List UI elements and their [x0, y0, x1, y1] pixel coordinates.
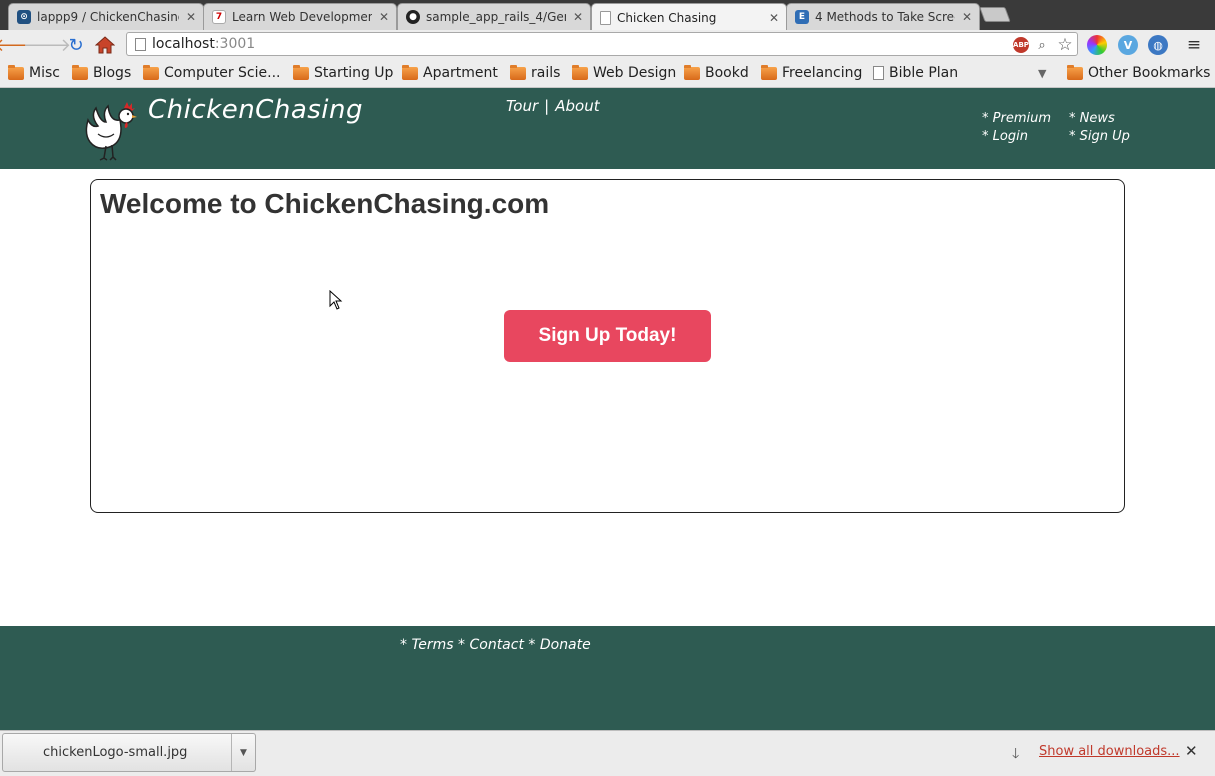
close-icon[interactable]: ✕ [185, 10, 197, 24]
adblock-icon[interactable]: ABP [1013, 37, 1029, 53]
top-nav: Tour | About [506, 97, 600, 115]
folder-icon [684, 64, 700, 80]
folder-icon [402, 64, 418, 80]
forward-arrow-icon[interactable]: 🡒 [23, 34, 71, 56]
folder-icon [761, 64, 777, 80]
nav-login-link[interactable]: * Login [982, 128, 1051, 146]
new-tab-button[interactable] [979, 7, 1011, 22]
folder-icon [72, 64, 88, 80]
close-icon[interactable]: ✕ [768, 11, 780, 25]
page-icon [873, 66, 884, 80]
bookmarks-bar: Misc Blogs Computer Scie... Starting Up … [0, 60, 1215, 88]
chicken-logo-icon[interactable] [80, 100, 138, 162]
right-nav-col-2: * News * Sign Up [1069, 110, 1130, 146]
bookmark-rails[interactable]: rails [510, 64, 560, 81]
tab-bitbucket[interactable]: ⊙ lappp9 / ChickenChasing / ✕ [8, 3, 204, 30]
close-icon[interactable]: ✕ [1185, 742, 1198, 760]
address-bar[interactable]: localhost:3001 ABP ⌕ ☆ [126, 32, 1078, 56]
bookmark-bookd[interactable]: Bookd [684, 64, 749, 81]
tab-learn-web-dev[interactable]: 7 Learn Web Development ✕ [203, 3, 397, 30]
folder-icon [510, 64, 526, 80]
show-all-downloads-link[interactable]: Show all downloads... [1039, 744, 1180, 759]
chevron-down-icon[interactable]: ▼ [1038, 67, 1046, 80]
reload-icon[interactable]: ↻ [65, 34, 87, 56]
bookmark-freelancing[interactable]: Freelancing [761, 64, 862, 81]
download-item[interactable]: chickenLogo-small.jpg ▼ [2, 733, 256, 772]
download-filename: chickenLogo-small.jpg [43, 745, 188, 760]
page-title: Welcome to ChickenChasing.com [100, 188, 550, 219]
close-icon[interactable]: ✕ [378, 10, 390, 24]
nav-premium-link[interactable]: * Premium [982, 110, 1051, 128]
folder-icon [143, 64, 159, 80]
chevron-down-icon[interactable]: ▼ [231, 734, 255, 771]
welcome-panel: Welcome to ChickenChasing.com Sign Up To… [90, 179, 1125, 513]
bookmark-other[interactable]: Other Bookmarks [1067, 64, 1210, 81]
tab-title: sample_app_rails_4/Gemf [426, 10, 566, 24]
nav-signup-link[interactable]: * Sign Up [1069, 128, 1130, 146]
tab-github[interactable]: ● sample_app_rails_4/Gemf ✕ [397, 3, 591, 30]
signup-cta-button[interactable]: Sign Up Today! [504, 310, 711, 362]
github-icon: ● [406, 10, 420, 24]
mouse-cursor-icon [329, 290, 343, 310]
menu-icon[interactable]: ≡ [1184, 35, 1204, 55]
right-nav-col-1: * Premium * Login [982, 110, 1051, 146]
bookmark-web-design[interactable]: Web Design [572, 64, 676, 81]
home-icon[interactable] [94, 34, 116, 56]
folder-icon [572, 64, 588, 80]
bitbucket-icon: ⊙ [17, 10, 31, 24]
page-icon [135, 38, 146, 51]
tab-chicken-chasing[interactable]: Chicken Chasing ✕ [591, 3, 787, 31]
nav-about-link[interactable]: About [555, 97, 599, 115]
bookmark-apartment[interactable]: Apartment [402, 64, 498, 81]
tab-title: 4 Methods to Take Screen [815, 10, 955, 24]
color-picker-icon[interactable] [1087, 35, 1107, 55]
search-icon[interactable]: ⌕ [1034, 37, 1050, 53]
globe-icon[interactable]: ◍ [1148, 35, 1168, 55]
folder-icon [1067, 64, 1083, 80]
extension-v-icon[interactable]: V [1118, 35, 1138, 55]
nav-news-link[interactable]: * News [1069, 110, 1130, 128]
bookmark-misc[interactable]: Misc [8, 64, 60, 81]
folder-icon [293, 64, 309, 80]
tab-screenshots[interactable]: E 4 Methods to Take Screen ✕ [786, 3, 980, 30]
folder-icon [8, 64, 24, 80]
footer-links[interactable]: * Terms * Contact * Donate [400, 637, 591, 653]
nav-separator: | [544, 97, 550, 115]
tab-strip: ⊙ lappp9 / ChickenChasing / ✕ 7 Learn We… [0, 0, 1215, 31]
close-icon[interactable]: ✕ [961, 10, 973, 24]
tab-title: Chicken Chasing [617, 10, 717, 25]
site-footer [0, 626, 1215, 730]
tab-title: lappp9 / ChickenChasing / [37, 10, 179, 24]
close-icon[interactable]: ✕ [572, 10, 584, 24]
nav-tour-link[interactable]: Tour [506, 97, 538, 115]
tab-title: Learn Web Development [232, 10, 372, 24]
site-favicon-icon: 7 [212, 10, 226, 24]
bookmark-starting-up[interactable]: Starting Up [293, 64, 393, 81]
bookmark-bible-plan[interactable]: Bible Plan [873, 65, 958, 81]
download-arrow-icon: 🡓 [1012, 746, 1020, 762]
bookmark-computer-science[interactable]: Computer Scie... [143, 64, 280, 81]
bookmark-blogs[interactable]: Blogs [72, 64, 131, 81]
url-text[interactable]: localhost:3001 [152, 36, 255, 52]
site-brand[interactable]: ChickenChasing [148, 95, 363, 125]
page-icon [600, 10, 611, 25]
site-favicon-icon: E [795, 10, 809, 24]
star-icon[interactable]: ☆ [1057, 35, 1073, 55]
